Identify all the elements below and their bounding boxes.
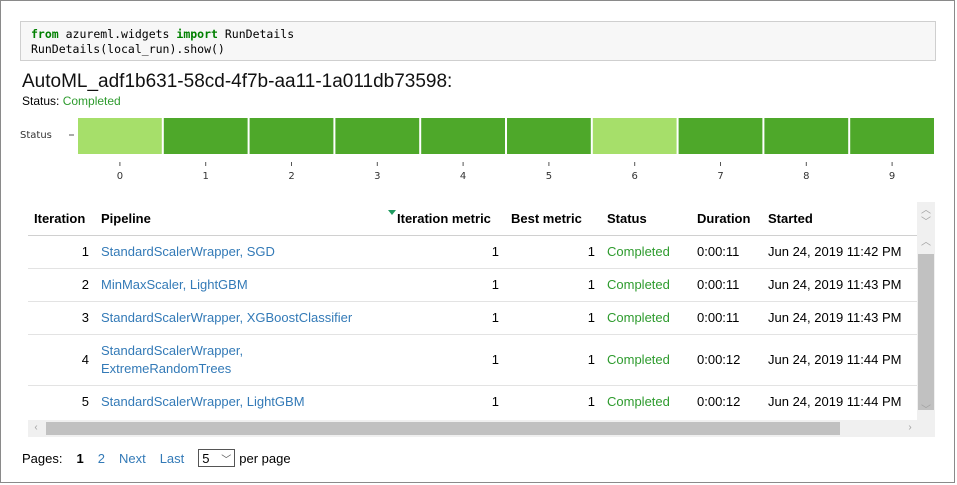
x-tick-label-4: 4 xyxy=(460,171,466,182)
cell-best-metric: 1 xyxy=(505,267,601,301)
vertical-scrollbar[interactable]: ︿ ﹀ ︿ ﹀ xyxy=(917,202,935,436)
x-tick-label-0: 0 xyxy=(117,171,123,182)
cell-started: Jun 24, 2019 11:44 PM xyxy=(762,333,935,385)
cell-pipeline-link[interactable]: StandardScalerWrapper, LightGBM xyxy=(95,384,382,418)
chevron-down-icon[interactable]: ﹀ xyxy=(918,404,934,418)
cell-iteration-metric: 1 xyxy=(382,300,505,334)
run-title: AutoML_adf1b631-58cd-4f7b-aa11-1a011db73… xyxy=(22,71,453,92)
cell-pipeline-link[interactable]: StandardScalerWrapper, XGBoostClassifier xyxy=(95,300,382,334)
table-row[interactable]: 2 MinMaxScaler, LightGBM 1 1 Completed 0… xyxy=(28,267,935,301)
per-page-label: per page xyxy=(239,450,291,466)
pagination: Pages: 1 2 Next Last 5 ﹀ per page xyxy=(22,449,305,467)
page-current: 1 xyxy=(76,450,84,466)
next-page-link[interactable]: Next xyxy=(119,451,146,466)
cell-best-metric: 1 xyxy=(505,333,601,385)
cell-duration: 0:00:11 xyxy=(691,234,762,268)
status-cell-1[interactable] xyxy=(163,118,248,154)
table-header-row: Iteration Pipeline Iteration metric Best… xyxy=(28,202,935,236)
cell-status: Completed xyxy=(601,234,691,268)
cell-pipeline-link[interactable]: StandardScalerWrapper, ExtremeRandomTree… xyxy=(95,333,382,385)
col-header-duration[interactable]: Duration xyxy=(691,202,762,236)
col-header-pipeline[interactable]: Pipeline xyxy=(95,202,382,236)
cell-status: Completed xyxy=(601,384,691,418)
x-tick-label-6: 6 xyxy=(632,171,638,182)
status-cell-2[interactable] xyxy=(249,118,334,154)
cell-iteration: 2 xyxy=(28,267,95,301)
col-header-started[interactable]: Started xyxy=(762,202,935,236)
runs-table: Iteration Pipeline Iteration metric Best… xyxy=(28,202,935,418)
cell-best-metric: 1 xyxy=(505,384,601,418)
status-cell-0[interactable] xyxy=(78,118,162,154)
cell-started: Jun 24, 2019 11:44 PM xyxy=(762,384,935,418)
cell-iteration-metric: 1 xyxy=(382,384,505,418)
x-tick-label-1: 1 xyxy=(203,171,209,182)
table-row[interactable]: 4 StandardScalerWrapper, ExtremeRandomTr… xyxy=(28,333,935,385)
status-value: Completed xyxy=(62,94,121,108)
horizontal-scrollbar[interactable]: ‹ › xyxy=(28,420,935,437)
col-header-best-metric[interactable]: Best metric xyxy=(505,202,601,236)
x-tick-label-3: 3 xyxy=(374,171,380,182)
vertical-scroll-thumb[interactable] xyxy=(918,254,934,410)
cell-started: Jun 24, 2019 11:43 PM xyxy=(762,267,935,301)
status-chart: Status 0 1 2 3 4 5 6 7 8 9 xyxy=(20,118,934,182)
page-size-value: 5 xyxy=(202,450,210,466)
pages-label: Pages: xyxy=(22,450,63,466)
col-header-status[interactable]: Status xyxy=(601,202,691,236)
cell-iteration: 4 xyxy=(28,333,95,385)
run-status: Status: Completed xyxy=(22,94,121,108)
cell-iteration: 1 xyxy=(28,234,95,268)
x-tick-label-5: 5 xyxy=(546,171,552,182)
page-size-select[interactable]: 5 ﹀ xyxy=(198,449,236,467)
chevron-down-icon: ﹀ xyxy=(221,454,232,466)
cell-duration: 0:00:11 xyxy=(691,300,762,334)
status-cell-6[interactable] xyxy=(592,118,677,154)
cell-best-metric: 1 xyxy=(505,300,601,334)
code-cell[interactable]: from azureml.widgets import RunDetails R… xyxy=(20,21,936,61)
chart-ylabel: Status xyxy=(20,130,52,141)
page-link-2[interactable]: 2 xyxy=(98,451,105,466)
horizontal-scroll-thumb[interactable] xyxy=(46,422,840,435)
status-cell-4[interactable] xyxy=(421,118,505,154)
code-line-1: from azureml.widgets import RunDetails xyxy=(31,27,295,41)
cell-started: Jun 24, 2019 11:43 PM xyxy=(762,300,935,334)
table-row[interactable]: 5 StandardScalerWrapper, LightGBM 1 1 Co… xyxy=(28,384,935,418)
cell-iteration-metric: 1 xyxy=(382,234,505,268)
last-page-link[interactable]: Last xyxy=(160,451,185,466)
status-cell-8[interactable] xyxy=(764,118,849,154)
chevron-down-icon[interactable]: ﹀ xyxy=(918,216,934,230)
status-label: Status: xyxy=(22,94,63,108)
cell-iteration-metric: 1 xyxy=(382,333,505,385)
status-cell-7[interactable] xyxy=(678,118,763,154)
cell-duration: 0:00:11 xyxy=(691,267,762,301)
cell-iteration: 5 xyxy=(28,384,95,418)
runs-table-container: Iteration Pipeline Iteration metric Best… xyxy=(28,202,935,438)
cell-iteration-metric: 1 xyxy=(382,267,505,301)
x-tick-label-8: 8 xyxy=(803,171,809,182)
cell-status: Completed xyxy=(601,333,691,385)
table-row[interactable]: 3 StandardScalerWrapper, XGBoostClassifi… xyxy=(28,300,935,334)
cell-status: Completed xyxy=(601,300,691,334)
col-header-iteration[interactable]: Iteration xyxy=(28,202,95,236)
table-row[interactable]: 1 StandardScalerWrapper, SGD 1 1 Complet… xyxy=(28,234,935,268)
cell-best-metric: 1 xyxy=(505,234,601,268)
x-tick-label-2: 2 xyxy=(288,171,294,182)
status-cell-9[interactable] xyxy=(850,118,934,154)
cell-status: Completed xyxy=(601,267,691,301)
cell-started: Jun 24, 2019 11:42 PM xyxy=(762,234,935,268)
cell-duration: 0:00:12 xyxy=(691,384,762,418)
status-cell-3[interactable] xyxy=(335,118,420,154)
chevron-left-icon[interactable]: ‹ xyxy=(28,421,44,435)
col-header-iteration-metric[interactable]: Iteration metric xyxy=(382,202,505,236)
cell-duration: 0:00:12 xyxy=(691,333,762,385)
cell-pipeline-link[interactable]: MinMaxScaler, LightGBM xyxy=(95,267,382,301)
sort-desc-icon xyxy=(388,210,396,216)
chevron-right-icon[interactable]: › xyxy=(902,421,918,435)
cell-pipeline-link[interactable]: StandardScalerWrapper, SGD xyxy=(95,234,382,268)
x-tick-label-7: 7 xyxy=(717,171,723,182)
x-tick-label-9: 9 xyxy=(889,171,895,182)
cell-iteration: 3 xyxy=(28,300,95,334)
code-line-2: RunDetails(local_run).show() xyxy=(31,42,225,56)
chevron-up-icon[interactable]: ︿ xyxy=(918,236,934,250)
status-cell-5[interactable] xyxy=(507,118,591,154)
